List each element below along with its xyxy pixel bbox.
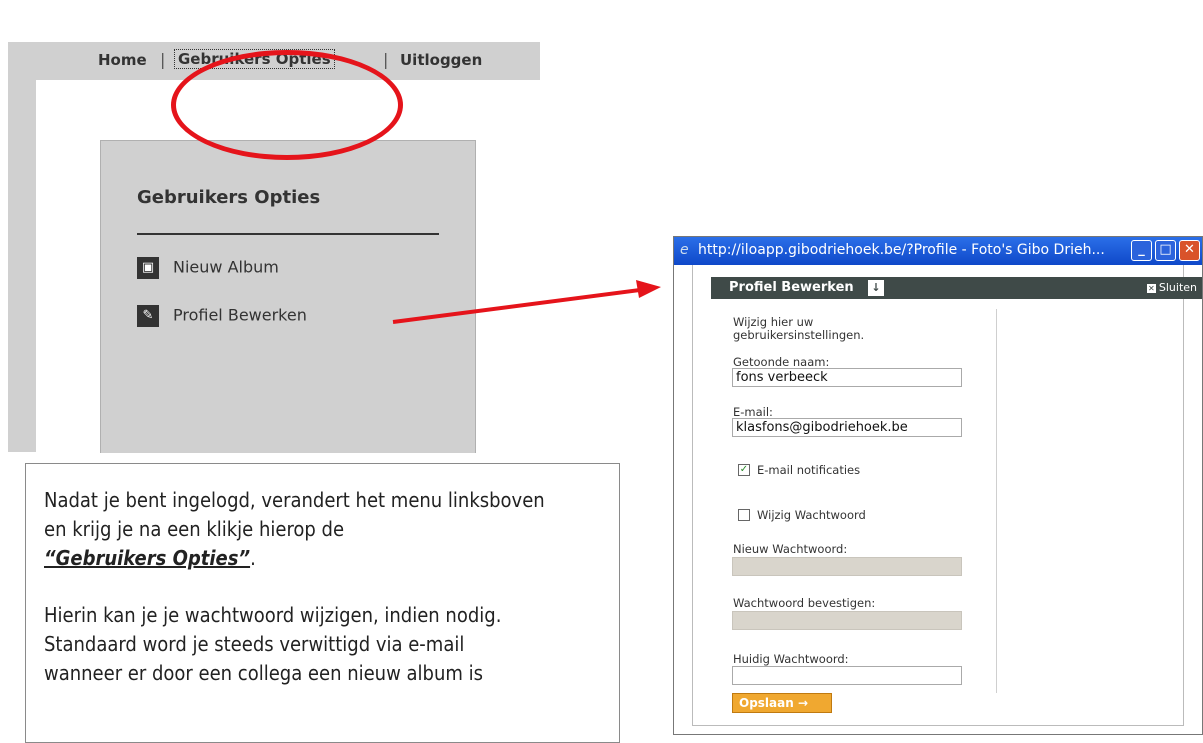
note-line: wanneer er door een collega een nieuw al…: [44, 661, 483, 685]
note-line: Hierin kan je je wachtwoord wijzigen, in…: [44, 603, 502, 627]
new-password-input: [732, 557, 962, 576]
display-name-input[interactable]: fons verbeeck: [732, 368, 962, 387]
note-period: .: [250, 546, 256, 570]
save-button[interactable]: Opslaan →: [732, 693, 832, 713]
window-title: http://iloapp.gibodriehoek.be/?Profile -…: [698, 242, 1105, 258]
panel-title: Gebruikers Opties: [137, 187, 321, 208]
user-options-panel: Gebruikers Opties ▣ Nieuw Album ✎ Profiel …: [100, 140, 476, 453]
minimize-button[interactable]: _: [1131, 240, 1152, 261]
explanation-note: Nadat je bent ingelogd, verandert het me…: [25, 463, 620, 743]
profile-header-bar: Profiel Bewerken ↓ ✕ Sluiten: [711, 277, 1202, 299]
new-album-label: Nieuw Album: [173, 257, 279, 277]
note-emphasis: “Gebruikers Opties”: [44, 546, 251, 570]
arrow-head: [636, 280, 661, 298]
edit-profile-label: Profiel Bewerken: [173, 305, 307, 325]
current-password-input[interactable]: [732, 666, 962, 685]
current-password-label: Huidig Wachtwoord:: [733, 652, 849, 666]
maximize-button[interactable]: □: [1155, 240, 1176, 261]
intro-text-line-1: Wijzig hier uw: [733, 315, 814, 329]
edit-profile-link[interactable]: ✎ Profiel Bewerken: [137, 305, 307, 327]
note-line: Nadat je bent ingelogd, verandert het me…: [44, 488, 545, 512]
email-input[interactable]: klasfons@gibodriehoek.be: [732, 418, 962, 437]
nav-home-link[interactable]: Home: [98, 51, 147, 69]
change-password-checkbox[interactable]: [738, 509, 750, 521]
left-gutter: [8, 80, 36, 452]
display-name-label: Getoonde naam:: [733, 355, 830, 369]
note-line: Standaard word je steeds verwittigd via …: [44, 632, 465, 656]
intro-text-line-2: gebruikersinstellingen.: [733, 328, 865, 342]
close-label: Sluiten: [1158, 281, 1197, 294]
profile-header-title: Profiel Bewerken: [729, 280, 854, 295]
email-label: E-mail:: [733, 405, 773, 419]
confirm-password-label: Wachtwoord bevestigen:: [733, 596, 876, 610]
arrow-down-icon[interactable]: ↓: [868, 280, 884, 296]
window-titlebar[interactable]: e http://iloapp.gibodriehoek.be/?Profile…: [674, 237, 1202, 265]
ie-icon: e: [680, 242, 689, 258]
nav-separator: |: [160, 50, 166, 69]
note-paragraph-1: Nadat je bent ingelogd, verandert het me…: [44, 486, 601, 573]
close-link[interactable]: ✕ Sluiten: [1146, 281, 1197, 294]
new-password-label: Nieuw Wachtwoord:: [733, 542, 848, 556]
email-notif-label: E-mail notificaties: [757, 463, 861, 477]
profile-popup-window: e http://iloapp.gibodriehoek.be/?Profile…: [673, 236, 1203, 735]
change-password-label: Wijzig Wachtwoord: [757, 508, 866, 522]
left-screenshot: Home | Gebruikers Opties | Uitloggen Geb…: [8, 42, 540, 453]
form-divider: [996, 309, 997, 693]
confirm-password-input: [732, 611, 962, 630]
new-album-link[interactable]: ▣ Nieuw Album: [137, 257, 279, 279]
nav-logout-link[interactable]: Uitloggen: [400, 51, 482, 69]
note-line: en krijg je na een klikje hierop de: [44, 517, 345, 541]
panel-divider: [137, 233, 439, 235]
popup-content: Profiel Bewerken ↓ ✕ Sluiten Wijzig hier …: [692, 265, 1202, 726]
close-icon: ✕: [1146, 284, 1156, 293]
close-window-button[interactable]: ✕: [1179, 240, 1200, 261]
email-notif-checkbox[interactable]: ✓: [738, 464, 750, 476]
nav-separator: |: [383, 50, 389, 69]
camera-icon: ▣: [137, 257, 159, 279]
pen-icon: ✎: [137, 305, 159, 327]
note-paragraph-2: Hierin kan je je wachtwoord wijzigen, in…: [44, 601, 601, 688]
highlight-ellipse: [171, 50, 403, 160]
